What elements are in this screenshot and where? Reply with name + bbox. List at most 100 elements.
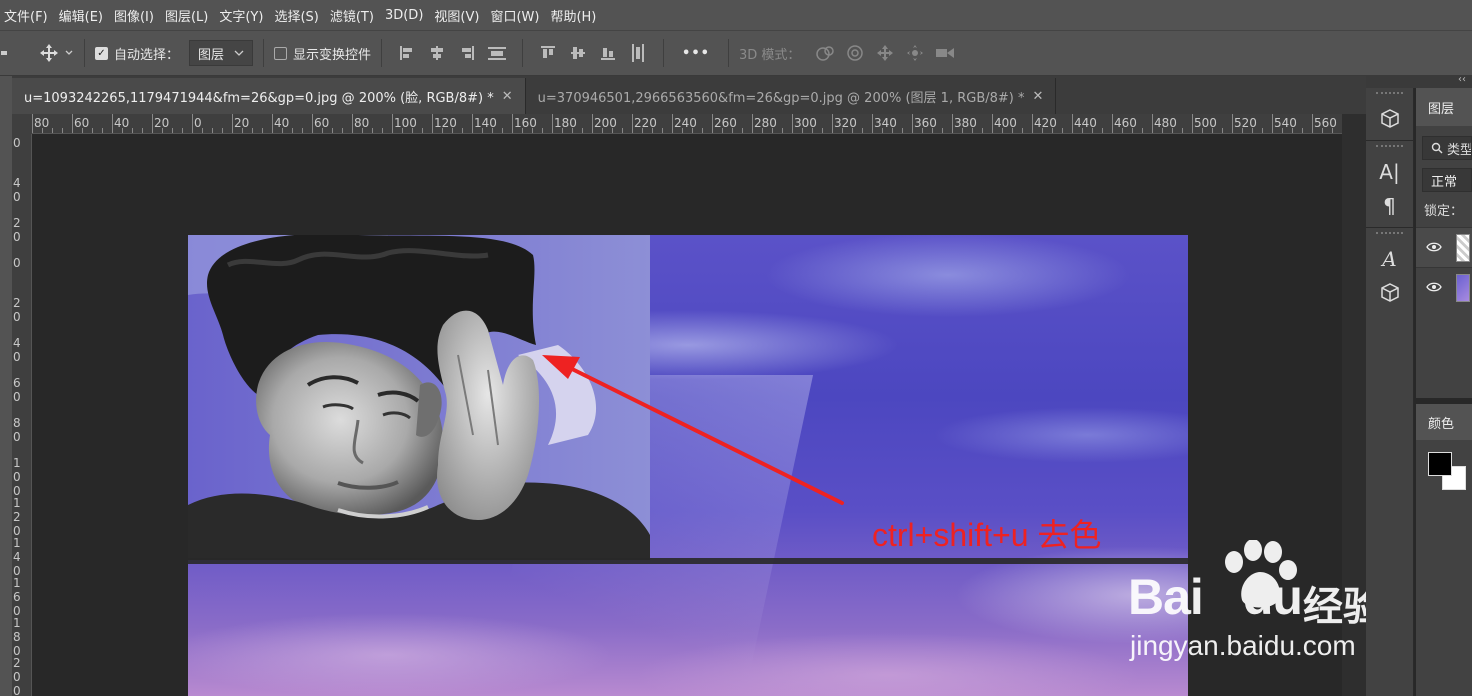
tool-preset-icon[interactable] xyxy=(0,42,10,64)
menu-image[interactable]: 图像(I) xyxy=(114,6,154,25)
document-canvas[interactable] xyxy=(188,235,1188,696)
foreground-color-swatch[interactable] xyxy=(1428,452,1452,476)
move-tool-icon[interactable] xyxy=(38,42,60,64)
ruler-tick xyxy=(892,128,893,133)
horizontal-ruler[interactable]: 80 60 40 20 0 20 40 60 80 100 120 140 160 180 200 220 24… xyxy=(32,114,1342,134)
3d-cube-icon[interactable] xyxy=(1366,276,1413,310)
panel-dock-header: ‹‹ xyxy=(1366,74,1472,88)
paragraph-icon[interactable]: ¶ xyxy=(1366,189,1413,223)
ruler-tick xyxy=(1102,128,1103,133)
menu-layer[interactable]: 图层(L) xyxy=(165,6,208,25)
auto-select-label: 自动选择： xyxy=(114,47,180,63)
close-icon[interactable]: ✕ xyxy=(502,89,513,104)
vertical-ruler[interactable]: 04020020406080100120140160180200 xyxy=(12,134,32,696)
photoshop-window: 文件(F) 编辑(E) 图像(I) 图层(L) 文字(Y) 选择(S) 滤镜(T… xyxy=(0,0,1472,696)
close-icon[interactable]: ✕ xyxy=(1033,89,1044,104)
character-icon[interactable]: A| xyxy=(1366,155,1413,189)
ruler-tick xyxy=(122,128,123,133)
3d-camera-icon[interactable] xyxy=(934,42,956,64)
divider xyxy=(263,39,265,67)
align-left-icon[interactable] xyxy=(396,42,418,64)
ruler-tick xyxy=(292,128,293,133)
ruler-tick xyxy=(1172,128,1173,133)
layers-tab[interactable]: 图层 xyxy=(1416,88,1472,126)
collapse-panels-icon[interactable]: ‹‹ xyxy=(1458,74,1466,85)
blend-mode-dropdown[interactable]: 正常 xyxy=(1422,168,1472,192)
auto-select-checkbox[interactable]: ✓ 自动选择： xyxy=(95,44,179,63)
visibility-eye-icon[interactable] xyxy=(1426,240,1448,256)
ruler-tick xyxy=(612,128,613,133)
drag-grip[interactable] xyxy=(1376,232,1403,238)
ruler-tick xyxy=(442,128,443,133)
3d-pan-icon[interactable] xyxy=(874,42,896,64)
ruler-tick xyxy=(522,128,523,133)
ruler-tick xyxy=(392,114,393,133)
ruler-tick xyxy=(52,128,53,133)
ruler-label: 40 xyxy=(13,336,21,364)
align-vcenter-icon[interactable] xyxy=(567,42,589,64)
ruler-tick xyxy=(462,128,463,133)
menu-window[interactable]: 窗口(W) xyxy=(490,6,539,25)
menu-file[interactable]: 文件(F) xyxy=(4,6,48,25)
ruler-tick xyxy=(352,114,353,133)
divider xyxy=(663,39,665,67)
menu-type[interactable]: 文字(Y) xyxy=(219,6,263,25)
3d-mode-label: 3D 模式： xyxy=(738,47,801,63)
ruler-tick xyxy=(582,128,583,133)
ruler-tick xyxy=(1122,128,1123,133)
visibility-eye-icon[interactable] xyxy=(1426,280,1448,296)
document-tab-bar: u=1093242265,1179471944&fm=26&gp=0.jpg @… xyxy=(12,76,1366,114)
tab-document-2[interactable]: u=370946501,2966563560&fm=26&gp=0.jpg @ … xyxy=(525,78,1057,114)
menu-filter[interactable]: 滤镜(T) xyxy=(330,6,374,25)
ruler-tick xyxy=(672,114,673,133)
ruler-tick xyxy=(722,128,723,133)
3d-object-icon[interactable] xyxy=(1366,102,1413,136)
ruler-tick xyxy=(742,128,743,133)
menu-select[interactable]: 选择(S) xyxy=(274,6,318,25)
show-transform-checkbox[interactable]: 显示变换控件 xyxy=(274,44,371,63)
align-top-icon[interactable] xyxy=(537,42,559,64)
ruler-tick xyxy=(1322,128,1323,133)
ruler-tick xyxy=(702,128,703,133)
chevron-down-icon[interactable] xyxy=(64,42,74,64)
panel-icon-column: A| ¶ A xyxy=(1366,88,1414,696)
ruler-label: 120 xyxy=(13,496,21,538)
menu-view[interactable]: 视图(V) xyxy=(434,6,479,25)
ruler-tick xyxy=(542,128,543,133)
3d-orbit-icon[interactable] xyxy=(814,42,836,64)
glyphs-icon[interactable]: A xyxy=(1366,242,1413,276)
ruler-tick xyxy=(1222,128,1223,133)
more-options-button[interactable]: ••• xyxy=(682,46,710,61)
layer-filter-field[interactable]: 类型 xyxy=(1422,136,1472,160)
ruler-label: 420 xyxy=(1034,116,1057,130)
layer-row[interactable] xyxy=(1416,267,1472,307)
ruler-tick xyxy=(912,114,913,133)
menu-3d[interactable]: 3D(D) xyxy=(385,8,423,23)
ruler-label: 320 xyxy=(834,116,857,130)
tab-document-1[interactable]: u=1093242265,1179471944&fm=26&gp=0.jpg @… xyxy=(12,78,526,114)
toolbar-strip[interactable] xyxy=(0,76,12,696)
ruler-tick xyxy=(132,128,133,133)
color-tab[interactable]: 颜色 xyxy=(1416,404,1472,440)
ruler-label: 0 xyxy=(13,256,21,270)
align-bottom-icon[interactable] xyxy=(597,42,619,64)
menu-edit[interactable]: 编辑(E) xyxy=(59,6,103,25)
ruler-tick xyxy=(962,128,963,133)
drag-grip[interactable] xyxy=(1376,145,1403,151)
ruler-tick xyxy=(1312,114,1313,133)
3d-roll-icon[interactable] xyxy=(844,42,866,64)
ruler-tick xyxy=(1012,128,1013,133)
3d-slide-icon[interactable] xyxy=(904,42,926,64)
ruler-tick xyxy=(992,114,993,133)
align-right-icon[interactable] xyxy=(456,42,478,64)
ruler-label: 20 xyxy=(13,296,21,324)
menu-help[interactable]: 帮助(H) xyxy=(550,6,596,25)
distribute-vertical-icon[interactable] xyxy=(486,42,508,64)
distribute-horizontal-icon[interactable] xyxy=(627,42,649,64)
ruler-label: 560 xyxy=(1314,116,1337,130)
divider xyxy=(381,39,383,67)
align-hcenter-icon[interactable] xyxy=(426,42,448,64)
layer-row[interactable] xyxy=(1416,227,1472,267)
auto-select-target-dropdown[interactable]: 图层 xyxy=(189,40,254,66)
drag-grip[interactable] xyxy=(1376,92,1403,98)
